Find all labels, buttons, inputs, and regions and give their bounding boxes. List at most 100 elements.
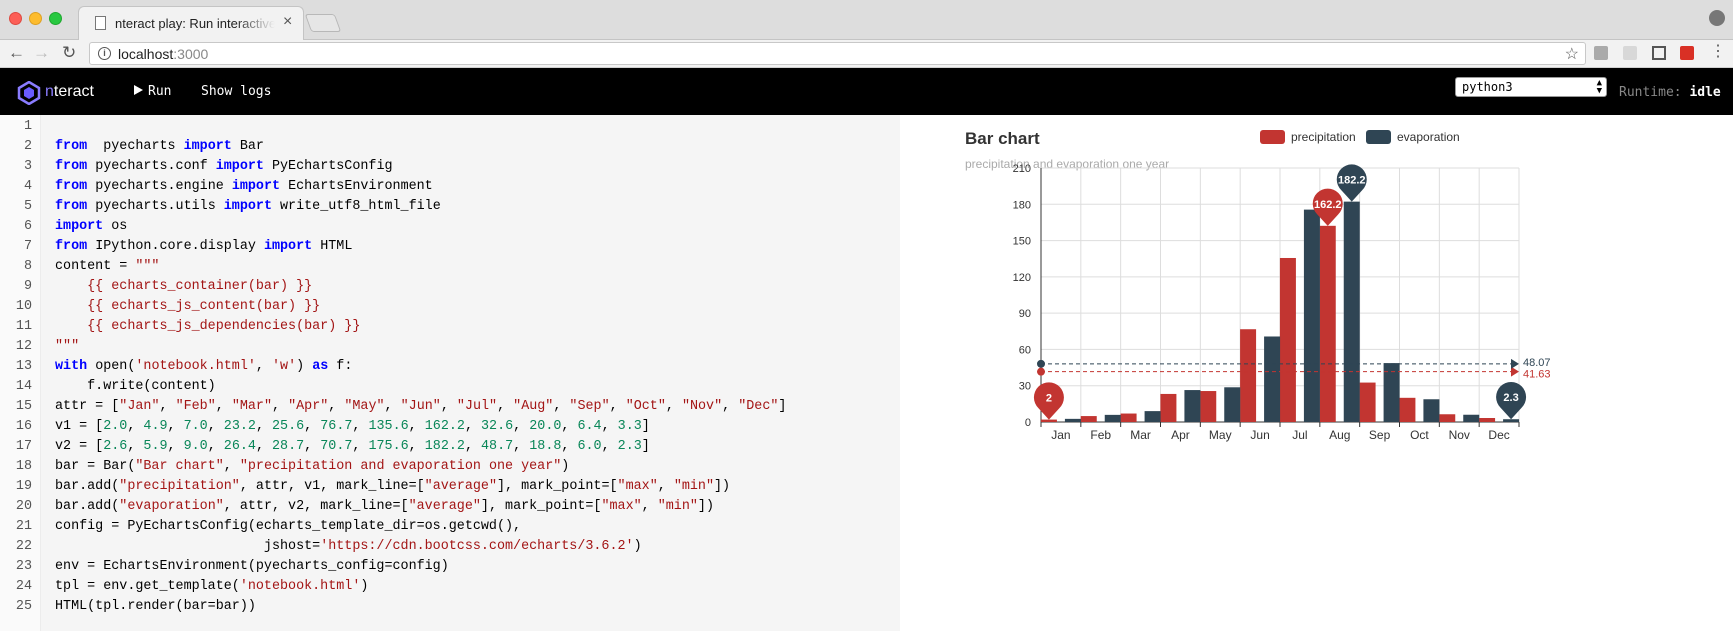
window-zoom-button[interactable] [49,12,62,25]
code-token: with [55,359,88,374]
code-token: 'notebook.html' [135,359,256,374]
extension-icon[interactable] [1594,46,1608,60]
code-token: {{ echarts_js_content(bar) }} [55,299,321,314]
nteract-header: nteract Run Show logs python3 ▲ ▼ Runtime… [0,68,1733,115]
code-line[interactable]: 6 import os [0,217,900,237]
browser-tab-bar: nteract play: Run interactive code × [0,0,1733,41]
back-icon[interactable]: ← [8,43,25,63]
show-logs-button[interactable]: Show logs [201,84,271,99]
code-line[interactable]: 4 from pyecharts.engine import EchartsEnv… [0,177,900,197]
code-line[interactable]: 25 HTML(tpl.render(bar=bar)) [0,597,900,617]
nteract-logo-icon [17,81,41,105]
code-token: bar = Bar( [55,459,136,474]
code-token: 9.0 [183,439,208,454]
line-number: 4 [23,179,32,194]
average-line-arrow [1511,366,1519,377]
line-number: 8 [23,259,32,274]
code-token: "Dec" [738,399,779,414]
code-text: {{ echarts_js_dependencies(bar) }} [55,317,360,337]
code-line[interactable]: 15 attr = ["Jan", "Feb", "Mar", "Apr", "M… [0,397,900,417]
reload-icon[interactable]: ↻ [62,43,76,63]
code-token: "Aug" [513,399,554,414]
code-line[interactable]: 2 from pyecharts import Bar [0,137,900,157]
code-line[interactable]: 24 tpl = env.get_template('notebook.html'… [0,577,900,597]
code-editor[interactable]: 1 2 from pyecharts import Bar 3 from pyechar… [0,115,900,631]
screen-extension-icon[interactable] [1652,46,1666,60]
code-text: jshost='https://cdn.bootcss.com/echarts/… [55,537,642,557]
code-text: env = EchartsEnvironment(pyecharts_confi… [55,557,449,577]
info-icon[interactable]: i [98,47,111,60]
code-token: 6.4 [577,419,602,434]
code-token: , [440,399,457,414]
code-token: content = [55,259,136,274]
code-token: "Feb" [175,399,216,414]
code-token: "precipitation and evaporation one year" [239,459,562,474]
code-line[interactable]: 23 env = EchartsEnvironment(pyecharts_con… [0,557,900,577]
window-close-button[interactable] [9,12,22,25]
code-line[interactable]: 13 with open('notebook.html', 'w') as f: [0,357,900,377]
code-line[interactable]: 11 {{ echarts_js_dependencies(bar) }} [0,317,900,337]
run-button[interactable]: Run [134,84,171,99]
code-line[interactable]: 10 {{ echarts_js_content(bar) }} [0,297,900,317]
average-line-label: 48.07 [1523,357,1551,369]
code-line[interactable]: 1 [0,117,900,137]
code-line[interactable]: 14 f.write(content) [0,377,900,397]
code-line[interactable]: 7 from IPython.core.display import HTML [0,237,900,257]
code-token: ) [296,359,313,374]
code-line[interactable]: 18 bar = Bar("Bar chart", "precipitation … [0,457,900,477]
code-line[interactable]: 22 jshost='https://cdn.bootcss.com/echar… [0,537,900,557]
code-line[interactable]: 12 """ [0,337,900,357]
code-text: from pyecharts.utils import write_utf8_h… [55,197,441,217]
code-token: , [255,439,273,454]
forward-icon[interactable]: → [33,43,50,63]
code-line[interactable]: 20 bar.add("evaporation", attr, v2, mark_… [0,497,900,517]
bar-evaporation [1303,209,1320,422]
code-token: , [408,419,425,434]
tab-close-icon[interactable]: × [283,13,292,31]
line-number: 3 [23,159,32,174]
code-text: bar = Bar("Bar chart", "precipitation an… [55,457,569,477]
code-line[interactable]: 17 v2 = [2.6, 5.9, 9.0, 26.4, 28.7, 70.7,… [0,437,900,457]
mark-point-label: 162.2 [1314,199,1342,211]
code-text: from pyecharts.conf import PyEchartsConf… [55,157,393,177]
line-number: 25 [15,599,32,614]
code-token: "Bar chart" [135,459,224,474]
camera-extension-icon[interactable] [1623,46,1637,60]
line-number: 23 [15,559,32,574]
x-tick-label: Aug [1329,428,1350,442]
new-tab-button[interactable] [304,14,342,32]
code-token: 'notebook.html' [239,579,361,594]
code-line[interactable]: 8 content = """ [0,257,900,277]
red-extension-icon[interactable] [1680,46,1694,60]
menu-kebab-icon[interactable]: ⋮ [1710,42,1726,62]
code-line[interactable]: 21 config = PyEchartsConfig(echarts_templ… [0,517,900,537]
bookmark-star-icon[interactable]: ☆ [1565,44,1579,64]
code-token: 4.9 [143,419,168,434]
code-line[interactable]: 5 from pyecharts.utils import write_utf8_… [0,197,900,217]
code-line[interactable]: 19 bar.add("precipitation", attr, v1, mar… [0,477,900,497]
code-token: pyecharts.conf [87,159,216,174]
line-number: 16 [15,419,32,434]
x-tick-label: Nov [1449,428,1470,442]
code-token: 162.2 [424,419,465,434]
code-token: , [408,439,425,454]
bar-evaporation [1343,201,1360,422]
address-bar[interactable]: i localhost:3000 ☆ [89,42,1586,65]
code-line[interactable]: 3 from pyecharts.conf import PyEchartsCon… [0,157,900,177]
kernel-select[interactable]: python3 ▲ ▼ [1455,77,1607,97]
code-token: "min" [657,499,698,514]
code-text: bar.add("evaporation", attr, v2, mark_li… [55,497,714,517]
profile-icon[interactable] [1709,10,1725,26]
code-token: "average" [424,479,497,494]
code-token: 6.0 [577,439,602,454]
mark-point-label: 2.3 [1503,392,1518,404]
url-text[interactable]: localhost:3000 [118,46,208,62]
code-token: , [207,419,224,434]
window-minimize-button[interactable] [29,12,42,25]
code-line[interactable]: 9 {{ echarts_container(bar) }} [0,277,900,297]
code-token: , [641,499,658,514]
code-token: , [601,439,618,454]
browser-tab[interactable]: nteract play: Run interactive code × [78,6,304,41]
code-line[interactable]: 16 v1 = [2.0, 4.9, 7.0, 23.2, 25.6, 76.7,… [0,417,900,437]
code-token: ) [633,539,642,554]
